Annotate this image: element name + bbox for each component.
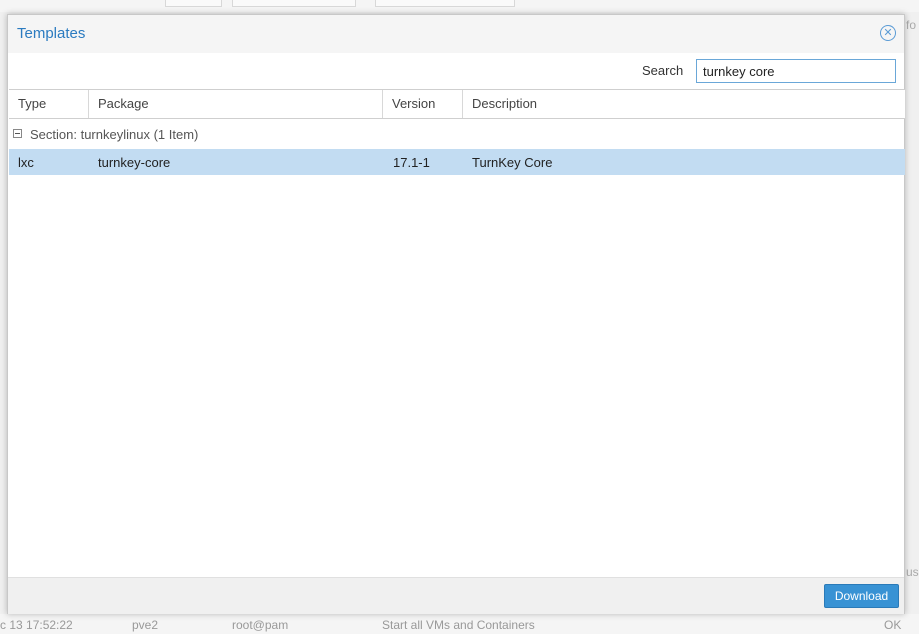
background-toolbar — [0, 0, 919, 12]
group-label: Section: turnkeylinux (1 Item) — [30, 127, 199, 142]
search-label: Search — [642, 63, 684, 78]
background-button — [165, 0, 222, 7]
background-button — [232, 0, 356, 7]
group-header-row[interactable]: Section: turnkeylinux (1 Item) — [9, 119, 905, 149]
download-button[interactable]: Download — [824, 584, 899, 608]
cell-description: TurnKey Core — [472, 155, 553, 170]
grid-header: Type Package Version Description — [9, 89, 905, 119]
column-header-description[interactable]: Description — [463, 90, 905, 118]
search-input[interactable] — [696, 59, 896, 83]
dialog-header[interactable]: Templates ✕ — [8, 15, 904, 53]
cell-package: turnkey-core — [98, 155, 171, 170]
column-header-package[interactable]: Package — [89, 90, 383, 118]
status-node: pve2 — [132, 618, 159, 632]
column-header-version[interactable]: Version — [383, 90, 463, 118]
task-status-bar: c 13 17:52:22 pve2 root@pam Start all VM… — [0, 614, 919, 634]
dialog-toolbar: Search — [8, 53, 904, 89]
background-button — [375, 0, 515, 7]
status-user: root@pam — [232, 618, 289, 632]
dialog-footer: Download — [8, 577, 904, 614]
dialog-title: Templates — [17, 25, 86, 42]
close-icon[interactable]: ✕ — [880, 25, 896, 41]
cell-type: lxc — [18, 155, 34, 170]
background-edge-text: us — [906, 565, 919, 579]
column-header-type[interactable]: Type — [9, 90, 89, 118]
status-task: Start all VMs and Containers — [382, 618, 535, 632]
collapse-icon[interactable] — [13, 129, 22, 138]
table-row[interactable]: lxc turnkey-core 17.1-1 TurnKey Core — [9, 149, 905, 175]
templates-dialog: Templates ✕ Search Type Package Version … — [7, 14, 905, 614]
templates-grid: Type Package Version Description Section… — [9, 89, 905, 576]
cell-version: 17.1-1 — [393, 155, 430, 170]
background-edge-text: fo — [906, 18, 917, 32]
status-time: c 13 17:52:22 — [0, 618, 73, 632]
status-result: OK — [884, 618, 902, 632]
